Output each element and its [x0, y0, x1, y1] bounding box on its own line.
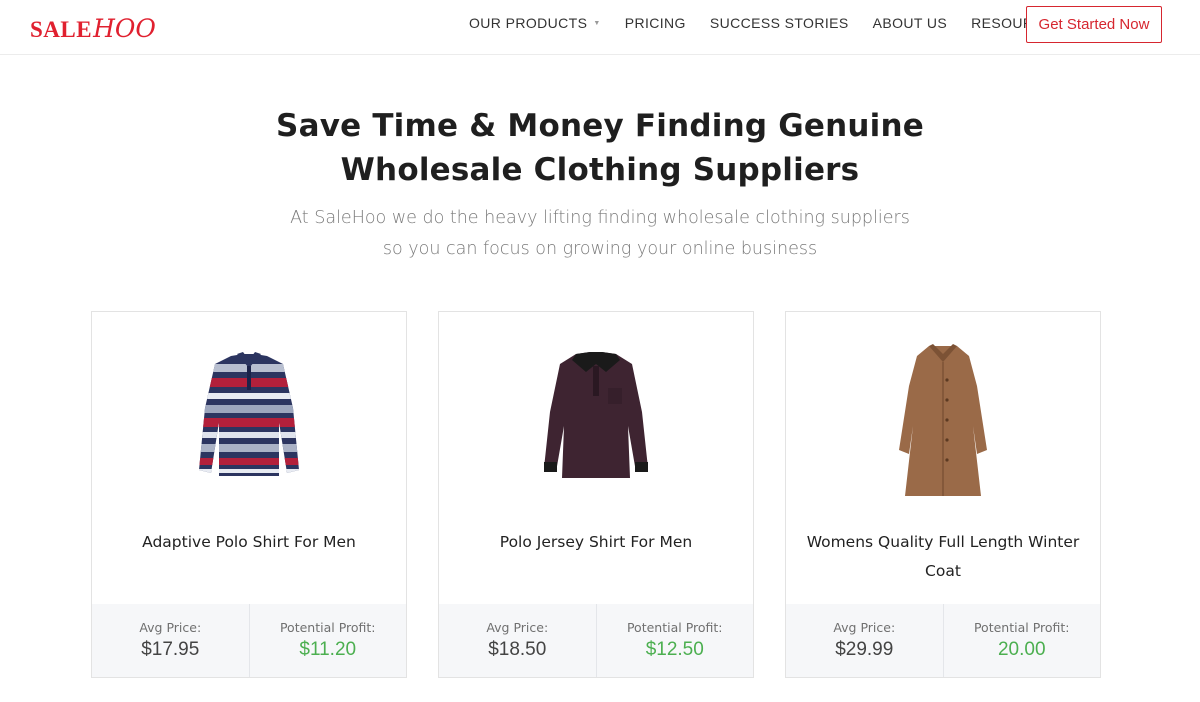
page-title-line-1: Save Time & Money Finding Genuine: [276, 108, 924, 144]
product-card[interactable]: Womens Quality Full Length Winter Coat A…: [785, 311, 1101, 678]
product-image[interactable]: [439, 338, 753, 498]
chevron-down-icon: ▼: [593, 19, 601, 27]
nav-success-stories[interactable]: SUCCESS STORIES: [710, 15, 849, 31]
main-nav: OUR PRODUCTS ▼ PRICING SUCCESS STORIES A…: [469, 0, 1077, 45]
avg-price-value: $29.99: [835, 639, 894, 660]
product-title[interactable]: Adaptive Polo Shirt For Men: [112, 528, 386, 557]
page-title: Save Time & Money Finding Genuine Wholes…: [0, 104, 1200, 192]
nav-pricing[interactable]: PRICING: [625, 15, 686, 31]
potential-profit-label: Potential Profit:: [626, 620, 723, 635]
nav-pricing-label: PRICING: [624, 14, 686, 31]
page-subtitle-line-2: so you can focus on growing your online …: [382, 239, 818, 259]
product-image[interactable]: [92, 338, 406, 498]
product-card[interactable]: Polo Jersey Shirt For Men Avg Price: $18…: [438, 311, 754, 678]
avg-price-stat: Avg Price: $17.95: [92, 604, 249, 677]
nav-our-products-label: OUR PRODUCTS: [469, 14, 588, 31]
page-subtitle-line-1: At SaleHoo we do the heavy lifting findi…: [290, 208, 910, 228]
product-stats: Avg Price: $17.95 Potential Profit: $11.…: [92, 604, 406, 677]
potential-profit-stat: Potential Profit: $12.50: [595, 604, 754, 677]
product-image[interactable]: [786, 338, 1100, 498]
avg-price-label: Avg Price:: [833, 620, 896, 635]
potential-profit-value: $12.50: [645, 639, 704, 660]
jersey-polo-shirt-icon: [544, 352, 648, 478]
product-title[interactable]: Womens Quality Full Length Winter Coat: [806, 528, 1080, 586]
salehoo-logo[interactable]: SALE HOO: [30, 14, 156, 44]
potential-profit-value: 20.00: [997, 639, 1046, 660]
avg-price-label: Avg Price:: [139, 620, 202, 635]
nav-about-us[interactable]: ABOUT US: [873, 15, 948, 31]
striped-polo-shirt-icon: [199, 352, 299, 476]
avg-price-stat: Avg Price: $29.99: [786, 604, 943, 677]
logo-sale-text: SALE: [30, 17, 93, 42]
potential-profit-label: Potential Profit:: [279, 620, 376, 635]
product-stats: Avg Price: $29.99 Potential Profit: 20.0…: [786, 604, 1100, 677]
avg-price-value: $17.95: [141, 639, 200, 660]
nav-our-products[interactable]: OUR PRODUCTS ▼: [469, 15, 601, 31]
product-card[interactable]: Adaptive Polo Shirt For Men Avg Price: $…: [91, 311, 407, 678]
site-header: SALE HOO OUR PRODUCTS ▼ PRICING SUCCESS …: [0, 0, 1200, 55]
avg-price-label: Avg Price:: [486, 620, 549, 635]
get-started-button[interactable]: Get Started Now: [1026, 6, 1162, 43]
potential-profit-stat: Potential Profit: 20.00: [942, 604, 1101, 677]
nav-success-stories-label: SUCCESS STORIES: [709, 14, 849, 31]
page-subtitle: At SaleHoo we do the heavy lifting findi…: [0, 203, 1200, 265]
page-title-line-2: Wholesale Clothing Suppliers: [340, 152, 860, 188]
winter-coat-icon: [899, 344, 987, 496]
potential-profit-value: $11.20: [299, 639, 357, 660]
product-stats: Avg Price: $18.50 Potential Profit: $12.…: [439, 604, 753, 677]
product-title[interactable]: Polo Jersey Shirt For Men: [459, 528, 733, 557]
logo-hoo-text: HOO: [93, 14, 156, 43]
avg-price-stat: Avg Price: $18.50: [439, 604, 596, 677]
potential-profit-stat: Potential Profit: $11.20: [248, 604, 407, 677]
nav-about-us-label: ABOUT US: [872, 14, 948, 31]
potential-profit-label: Potential Profit:: [973, 620, 1070, 635]
avg-price-value: $18.50: [488, 639, 547, 660]
